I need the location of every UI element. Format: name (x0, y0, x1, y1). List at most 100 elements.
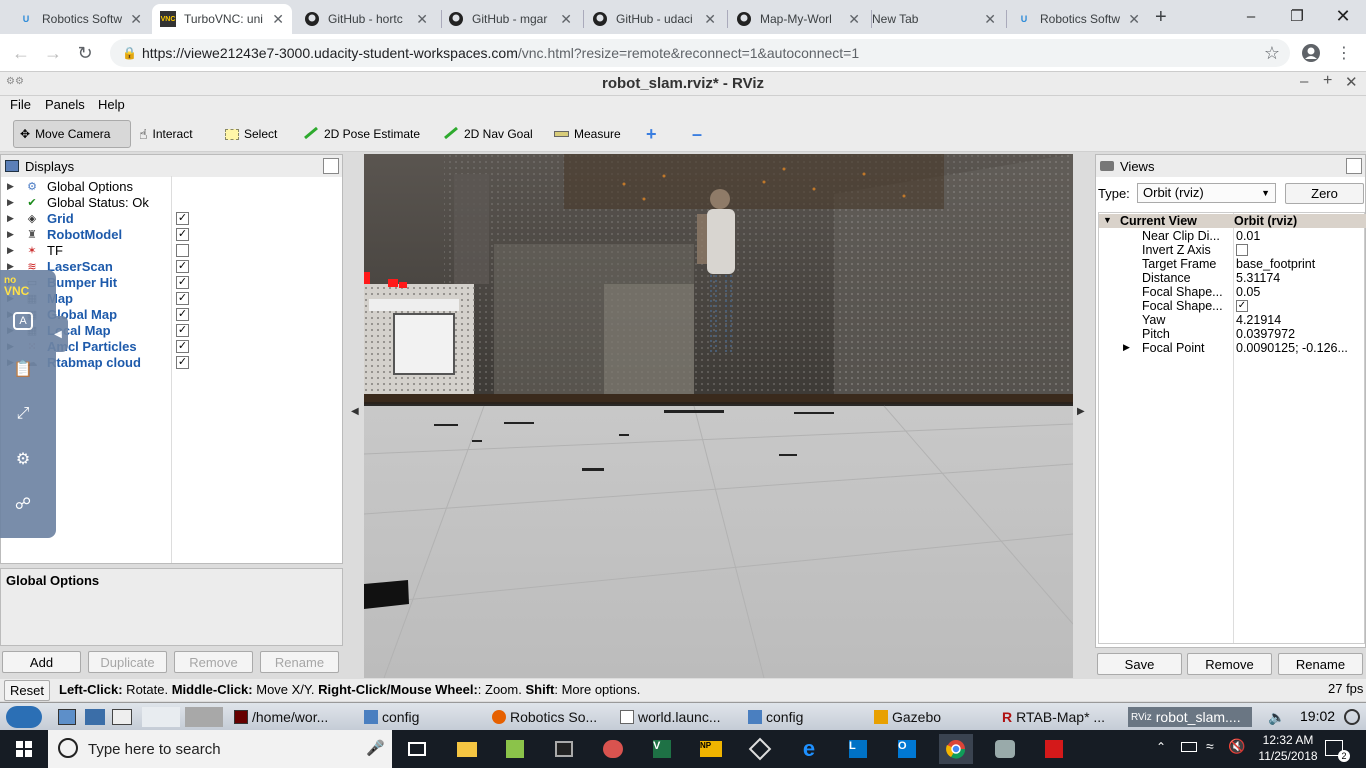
browser-tab-active[interactable]: VNC TurboVNC: uni ✕ (152, 4, 292, 34)
workspace-1[interactable] (142, 707, 180, 727)
workspace-2[interactable] (185, 707, 223, 727)
menu-panels[interactable]: Panels (45, 97, 85, 112)
panel-float-checkbox[interactable] (323, 158, 339, 174)
notepad-plus-icon[interactable] (498, 734, 532, 764)
paint-icon[interactable] (596, 734, 630, 764)
taskbar-item-folder[interactable]: config (364, 707, 484, 727)
view-property-row[interactable]: Focal Shape... 0.05 (1099, 285, 1366, 299)
expand-arrow-icon[interactable]: ▼ (1103, 215, 1112, 225)
wifi-icon[interactable]: ≈ (1206, 738, 1214, 754)
clipboard-icon[interactable]: 📋 (10, 356, 36, 382)
expand-arrow-icon[interactable]: ▶ (7, 213, 14, 224)
lync-icon[interactable]: L (841, 734, 875, 764)
rviz-3d-render-view[interactable] (364, 154, 1073, 678)
select-tool[interactable]: Select (219, 120, 283, 148)
bookmark-star-icon[interactable]: ☆ (1261, 42, 1283, 64)
display-enable-checkbox[interactable]: ✓ (176, 291, 189, 305)
menu-help[interactable]: Help (98, 97, 125, 112)
microphone-icon[interactable]: 🎤 (366, 739, 385, 757)
forward-arrow-icon[interactable]: → (42, 42, 64, 64)
browser-tab[interactable]: U Robotics Softw ✕ (1008, 4, 1148, 34)
menu-dots-icon[interactable]: ⋮ (1333, 42, 1355, 64)
add-display-button[interactable]: Add (2, 651, 81, 673)
file-explorer-icon[interactable] (450, 734, 484, 764)
taskbar-item-rviz-active[interactable]: RViz robot_slam.... (1128, 707, 1252, 727)
property-value[interactable]: 0.05 (1236, 285, 1260, 299)
keyboard-icon[interactable]: A (13, 312, 33, 330)
measure-tool[interactable]: Measure (548, 120, 627, 148)
display-enable-checkbox[interactable]: ✓ (176, 307, 189, 321)
expand-arrow-icon[interactable]: ▶ (7, 229, 14, 240)
display-enable-checkbox[interactable]: ✓ (176, 227, 189, 241)
collapse-right-arrow-icon[interactable]: ▶ (1077, 406, 1085, 417)
view-property-row[interactable]: Target Frame base_footprint (1099, 257, 1366, 271)
minimize-window-button[interactable]: – (1228, 0, 1274, 32)
view-property-row[interactable]: Near Clip Di... 0.01 (1099, 229, 1366, 243)
cube-3d-icon[interactable] (743, 734, 777, 764)
network-icon[interactable] (85, 709, 105, 725)
property-value[interactable]: 0.01 (1236, 229, 1260, 243)
new-tab-button[interactable]: + (1155, 6, 1167, 29)
acrobat-icon[interactable] (1037, 734, 1071, 764)
close-window-button[interactable]: ✕ (1320, 0, 1366, 32)
move-camera-tool[interactable]: ✥ Move Camera (13, 120, 131, 148)
windows-search-box[interactable]: Type here to search 🎤 (48, 730, 392, 768)
expand-arrow-icon[interactable]: ▶ (7, 245, 14, 256)
account-icon[interactable] (1300, 42, 1322, 64)
rename-view-button[interactable]: Rename (1278, 653, 1363, 675)
close-tab-icon[interactable]: ✕ (1128, 11, 1140, 28)
close-tab-icon[interactable]: ✕ (272, 11, 284, 28)
close-tab-icon[interactable]: ✕ (704, 11, 716, 28)
outlook-icon[interactable]: O (890, 734, 924, 764)
reload-icon[interactable]: ↻ (74, 42, 96, 64)
duplicate-display-button[interactable]: Duplicate (88, 651, 167, 673)
close-tab-icon[interactable]: ✕ (560, 11, 572, 28)
view-property-row[interactable]: Invert Z Axis (1099, 243, 1366, 257)
close-tab-icon[interactable]: ✕ (130, 11, 142, 28)
close-tab-icon[interactable]: ✕ (984, 11, 996, 28)
property-value[interactable]: base_footprint (1236, 257, 1315, 271)
zero-view-button[interactable]: Zero (1285, 183, 1364, 204)
view-type-select[interactable]: Orbit (rviz) ▼ (1137, 183, 1276, 203)
display-enable-checkbox[interactable]: ✓ (176, 355, 189, 369)
tray-chevron-up-icon[interactable]: ⌃ (1156, 740, 1166, 754)
collapse-left-arrow-icon[interactable]: ◀ (351, 406, 359, 417)
volume-icon[interactable]: 🔈 (1268, 709, 1285, 726)
chrome-icon[interactable] (939, 734, 973, 764)
close-tab-icon[interactable]: ✕ (848, 11, 860, 28)
remove-view-button[interactable]: Remove (1187, 653, 1272, 675)
menu-file[interactable]: File (10, 97, 31, 112)
property-value[interactable]: 5.31174 (1236, 271, 1280, 285)
display-enable-checkbox[interactable]: ✓ (176, 259, 189, 273)
disconnect-icon[interactable]: ☍ (10, 491, 36, 517)
remove-display-button[interactable]: Remove (174, 651, 253, 673)
excel-like-icon[interactable]: V (645, 734, 679, 764)
view-property-row[interactable]: Yaw 4.21914 (1099, 313, 1366, 327)
terminal-icon[interactable] (547, 734, 581, 764)
expand-arrow-icon[interactable]: ▶ (7, 181, 14, 192)
windows-start-icon[interactable] (7, 734, 41, 764)
terminal-launcher-icon[interactable] (112, 709, 132, 725)
maximize-icon[interactable]: + (1323, 72, 1332, 90)
browser-tab[interactable]: GitHub - hortc ✕ (296, 4, 436, 34)
panel-float-checkbox[interactable] (1346, 158, 1362, 174)
display-enable-checkbox[interactable]: ✓ (176, 323, 189, 337)
current-view-row[interactable]: ▼ Current View Orbit (rviz) (1099, 214, 1366, 228)
back-arrow-icon[interactable]: ← (10, 42, 32, 64)
display-enable-checkbox[interactable]: ✓ (176, 275, 189, 289)
browser-tab[interactable]: New Tab ✕ (864, 4, 1004, 34)
browser-tab[interactable]: GitHub - mgar ✕ (440, 4, 580, 34)
close-icon[interactable]: ✕ (1345, 73, 1358, 91)
fullscreen-icon[interactable]: ⤢ (10, 401, 36, 427)
rename-display-button[interactable]: Rename (260, 651, 339, 673)
display-enable-checkbox[interactable] (176, 243, 189, 257)
taskbar-item-folder-2[interactable]: config (748, 707, 868, 727)
pose-estimate-tool[interactable]: 2D Pose Estimate (297, 120, 426, 148)
interact-tool[interactable]: ☝ Interact (133, 120, 199, 148)
url-bar[interactable]: 🔒 https://viewe21243e7-3000.udacity-stud… (110, 39, 1290, 67)
expand-arrow-icon[interactable]: ▶ (7, 197, 14, 208)
nxp-icon[interactable]: NP (694, 734, 728, 764)
view-property-row[interactable]: Pitch 0.0397972 (1099, 327, 1366, 341)
remove-tool-minus-icon[interactable]: – (686, 120, 708, 148)
taskbar-item-editor[interactable]: world.launc... (620, 707, 740, 727)
